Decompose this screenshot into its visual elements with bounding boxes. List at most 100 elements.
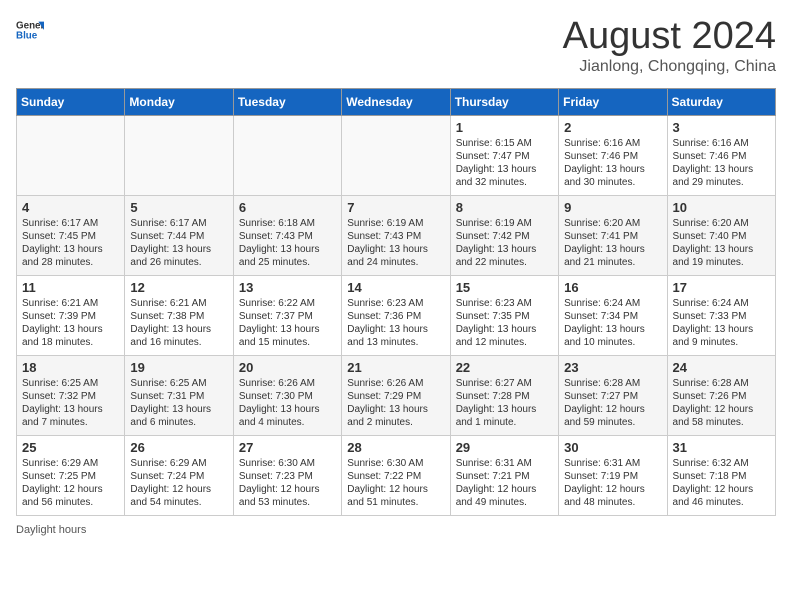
date-number: 20 <box>239 360 336 375</box>
cell-info-line: Sunrise: 6:19 AM <box>456 217 553 230</box>
calendar-cell: 16Sunrise: 6:24 AMSunset: 7:34 PMDayligh… <box>559 275 667 355</box>
cell-info-line: and 51 minutes. <box>347 496 444 509</box>
cell-info-line: Sunrise: 6:22 AM <box>239 297 336 310</box>
cell-info-line: Sunrise: 6:25 AM <box>130 377 227 390</box>
calendar-cell: 14Sunrise: 6:23 AMSunset: 7:36 PMDayligh… <box>342 275 450 355</box>
calendar-week-1: 1Sunrise: 6:15 AMSunset: 7:47 PMDaylight… <box>17 115 776 195</box>
date-number: 26 <box>130 440 227 455</box>
cell-info-line: Sunrise: 6:29 AM <box>22 457 119 470</box>
header-row: SundayMondayTuesdayWednesdayThursdayFrid… <box>17 88 776 115</box>
cell-info-line: Daylight: 13 hours <box>130 403 227 416</box>
day-header-friday: Friday <box>559 88 667 115</box>
cell-info-line: Daylight: 13 hours <box>22 403 119 416</box>
calendar-cell: 20 Sunrise: 6:26 AMSunset: 7:30 PMDayligh… <box>233 355 341 435</box>
date-number: 9 <box>564 200 661 215</box>
day-header-monday: Monday <box>125 88 233 115</box>
svg-text:Blue: Blue <box>16 30 38 41</box>
date-number: 29 <box>456 440 553 455</box>
cell-info-line: Daylight: 13 hours <box>239 243 336 256</box>
cell-info-line: Daylight: 13 hours <box>564 243 661 256</box>
cell-info-line: Sunrise: 6:17 AM <box>130 217 227 230</box>
cell-info-line: and 32 minutes. <box>456 176 553 189</box>
cell-info-line: Sunrise: 6:30 AM <box>347 457 444 470</box>
date-number: 28 <box>347 440 444 455</box>
calendar-cell: 3Sunrise: 6:16 AMSunset: 7:46 PMDaylight… <box>667 115 775 195</box>
cell-info-line: Daylight: 12 hours <box>239 483 336 496</box>
cell-info-line: Daylight: 13 hours <box>22 323 119 336</box>
header: General Blue August 2024 Jianlong, Chong… <box>16 16 776 76</box>
cell-info-line: Sunset: 7:37 PM <box>239 310 336 323</box>
cell-info-line: Daylight: 13 hours <box>673 243 770 256</box>
cell-info-line: Sunset: 7:24 PM <box>130 470 227 483</box>
logo: General Blue <box>16 16 44 44</box>
calendar-cell: 9 Sunrise: 6:20 AMSunset: 7:41 PMDaylight… <box>559 195 667 275</box>
calendar-table: SundayMondayTuesdayWednesdayThursdayFrid… <box>16 88 776 516</box>
calendar-cell: 12Sunrise: 6:21 AMSunset: 7:38 PMDayligh… <box>125 275 233 355</box>
cell-info-line: Sunset: 7:19 PM <box>564 470 661 483</box>
date-number: 25 <box>22 440 119 455</box>
calendar-cell <box>342 115 450 195</box>
date-number: 23 <box>564 360 661 375</box>
date-number: 13 <box>239 280 336 295</box>
calendar-cell: 21 Sunrise: 6:26 AMSunset: 7:29 PMDayligh… <box>342 355 450 435</box>
cell-info-line: Daylight: 12 hours <box>564 483 661 496</box>
cell-info-line: and 24 minutes. <box>347 256 444 269</box>
cell-info-line: Sunrise: 6:31 AM <box>456 457 553 470</box>
cell-info-line: Daylight: 13 hours <box>456 163 553 176</box>
cell-info-line: and 6 minutes. <box>130 416 227 429</box>
cell-info-line: Daylight: 13 hours <box>239 403 336 416</box>
cell-info-line: Daylight: 13 hours <box>347 403 444 416</box>
date-number: 21 <box>347 360 444 375</box>
cell-info-line: Sunset: 7:30 PM <box>239 390 336 403</box>
calendar-cell: 22Sunrise: 6:27 AMSunset: 7:28 PMDayligh… <box>450 355 558 435</box>
cell-info-line: Sunrise: 6:29 AM <box>130 457 227 470</box>
cell-info-line: and 4 minutes. <box>239 416 336 429</box>
cell-info-line: Daylight: 12 hours <box>673 403 770 416</box>
cell-info-line: Sunset: 7:39 PM <box>22 310 119 323</box>
cell-info-line: Daylight: 13 hours <box>130 243 227 256</box>
cell-info-line: Sunset: 7:41 PM <box>564 230 661 243</box>
cell-info-line: Sunset: 7:29 PM <box>347 390 444 403</box>
calendar-cell: 17Sunrise: 6:24 AMSunset: 7:33 PMDayligh… <box>667 275 775 355</box>
cell-info-line: Daylight: 13 hours <box>239 323 336 336</box>
cell-info-line: Sunrise: 6:18 AM <box>239 217 336 230</box>
cell-info-line: and 28 minutes. <box>22 256 119 269</box>
cell-info-line: and 18 minutes. <box>22 336 119 349</box>
date-number: 3 <box>673 120 770 135</box>
cell-info-line: Daylight: 12 hours <box>22 483 119 496</box>
cell-info-line: and 21 minutes. <box>564 256 661 269</box>
cell-info-line: and 16 minutes. <box>130 336 227 349</box>
cell-info-line: Sunrise: 6:28 AM <box>564 377 661 390</box>
cell-info-line: Sunrise: 6:20 AM <box>673 217 770 230</box>
calendar-cell: 27Sunrise: 6:30 AMSunset: 7:23 PMDayligh… <box>233 435 341 515</box>
calendar-cell: 15Sunrise: 6:23 AMSunset: 7:35 PMDayligh… <box>450 275 558 355</box>
cell-info-line: Sunrise: 6:15 AM <box>456 137 553 150</box>
cell-info-line: Sunset: 7:34 PM <box>564 310 661 323</box>
cell-info-line: Sunrise: 6:24 AM <box>564 297 661 310</box>
cell-info-line: Daylight: 13 hours <box>456 323 553 336</box>
cell-info-line: and 49 minutes. <box>456 496 553 509</box>
cell-info-line: Sunrise: 6:26 AM <box>239 377 336 390</box>
day-header-tuesday: Tuesday <box>233 88 341 115</box>
cell-info-line: and 30 minutes. <box>564 176 661 189</box>
cell-info-line: Sunset: 7:33 PM <box>673 310 770 323</box>
cell-info-line: Sunset: 7:18 PM <box>673 470 770 483</box>
cell-info-line: Daylight: 13 hours <box>673 323 770 336</box>
cell-info-line: Sunrise: 6:32 AM <box>673 457 770 470</box>
day-header-saturday: Saturday <box>667 88 775 115</box>
cell-info-line: and 7 minutes. <box>22 416 119 429</box>
cell-info-line: Sunrise: 6:20 AM <box>564 217 661 230</box>
date-number: 24 <box>673 360 770 375</box>
cell-info-line: and 22 minutes. <box>456 256 553 269</box>
cell-info-line: Sunset: 7:31 PM <box>130 390 227 403</box>
date-number: 17 <box>673 280 770 295</box>
cell-info-line: and 15 minutes. <box>239 336 336 349</box>
cell-info-line: Sunset: 7:46 PM <box>564 150 661 163</box>
calendar-cell: 29Sunrise: 6:31 AMSunset: 7:21 PMDayligh… <box>450 435 558 515</box>
calendar-cell: 13 Sunrise: 6:22 AMSunset: 7:37 PMDayligh… <box>233 275 341 355</box>
calendar-cell: 7Sunrise: 6:19 AMSunset: 7:43 PMDaylight… <box>342 195 450 275</box>
cell-info-line: Sunrise: 6:23 AM <box>347 297 444 310</box>
cell-info-line: Sunset: 7:43 PM <box>239 230 336 243</box>
date-number: 19 <box>130 360 227 375</box>
cell-info-line: Sunrise: 6:26 AM <box>347 377 444 390</box>
